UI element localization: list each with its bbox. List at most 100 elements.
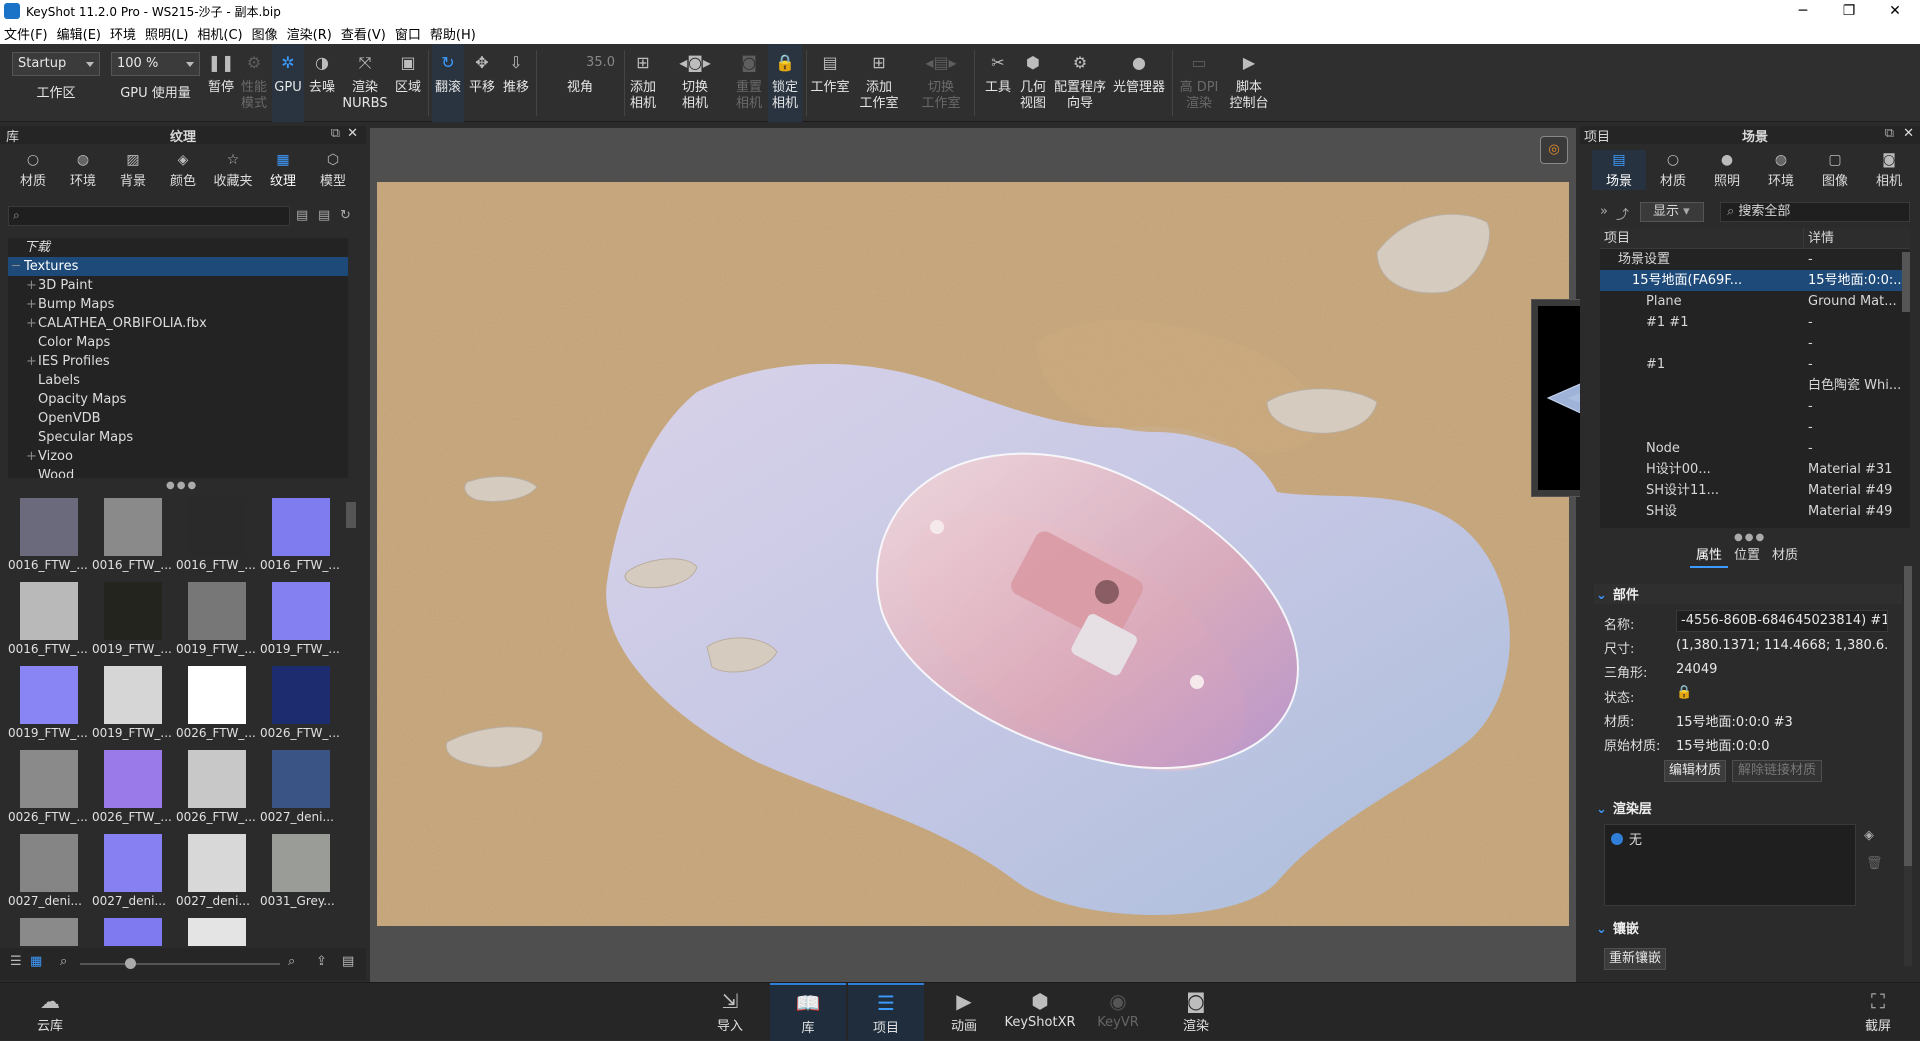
properties-scrollbar[interactable] xyxy=(1904,566,1912,966)
expander-icon[interactable]: + xyxy=(26,276,38,295)
tree-item[interactable]: +3D Paint xyxy=(8,276,348,295)
tree-item[interactable]: Specular Maps xyxy=(8,428,348,447)
expander-icon[interactable]: + xyxy=(26,352,38,371)
expander-icon[interactable]: + xyxy=(26,314,38,333)
tools-button[interactable]: ✂ 工具 xyxy=(982,44,1014,122)
show-filter-dropdown[interactable]: 显示 ▾ xyxy=(1640,202,1704,222)
texture-thumbnail[interactable]: 0026_FTW_... xyxy=(176,662,260,746)
grid-view-icon[interactable]: ▦ xyxy=(30,954,42,969)
subtab-material[interactable]: 材质 xyxy=(1766,544,1804,568)
scene-tree-row[interactable]: Node - xyxy=(1600,438,1910,459)
tab-favorites[interactable]: ☆ 收藏夹 xyxy=(208,150,258,190)
texture-thumbnail[interactable]: 0026_FTW_... xyxy=(92,746,176,830)
folder-icon[interactable]: ▤ xyxy=(342,954,354,969)
tree-item[interactable]: Opacity Maps xyxy=(8,390,348,409)
zoom-select[interactable]: 100 % xyxy=(111,52,200,76)
scene-tree-row[interactable]: #1 #1 - xyxy=(1600,312,1910,333)
tumble-button[interactable]: ↻ 翻滚 xyxy=(432,44,464,122)
part-section-header[interactable]: 部件 xyxy=(1594,584,1902,604)
denoise-button[interactable]: ◑ 去噪 xyxy=(306,44,338,122)
reinlay-button[interactable]: 重新镶嵌 xyxy=(1604,948,1666,970)
folder-add-icon[interactable]: ▤ xyxy=(296,208,308,223)
fov-control[interactable]: 35.0 视角 xyxy=(540,44,620,122)
scene-tree-row[interactable]: SH设 Material #49 xyxy=(1600,501,1910,522)
texture-thumbnail[interactable]: 0026_FTW_... xyxy=(8,746,92,830)
lock-camera-button[interactable]: 🔒 锁定 相机 xyxy=(768,44,802,122)
add-studio-button[interactable]: ⊞ 添加 工作室 xyxy=(856,44,902,122)
cloud-library-button[interactable]: ☁ 云库 xyxy=(28,983,72,1041)
texture-thumbnail[interactable]: 0016_FTW_... xyxy=(8,494,92,578)
texture-thumbnail[interactable]: 0026_FTW_... xyxy=(260,662,344,746)
library-toggle-button[interactable]: 📖 库 xyxy=(770,983,846,1041)
tree-item[interactable]: +Bump Maps xyxy=(8,295,348,314)
render-image[interactable] xyxy=(377,182,1569,926)
scene-tree-row[interactable]: 白色陶瓷 Whi... xyxy=(1600,375,1910,396)
gpu-button[interactable]: ✲ GPU xyxy=(272,44,304,122)
texture-thumbnail[interactable]: 0016_FTW_... xyxy=(176,494,260,578)
studio-button[interactable]: ▤ 工作室 xyxy=(808,44,852,122)
tree-item[interactable]: OpenVDB xyxy=(8,409,348,428)
texture-thumbnail[interactable] xyxy=(176,914,260,946)
keyvr-button[interactable]: ◉ KeyVR xyxy=(1094,983,1142,1041)
column-detail[interactable]: 详情 xyxy=(1804,228,1910,248)
unlink-material-button[interactable]: 解除链接材质 xyxy=(1732,760,1822,782)
performance-mode-button[interactable]: ⚙ 性能 模式 xyxy=(238,44,270,122)
splitter-handle[interactable]: ●●● xyxy=(1734,532,1766,543)
geometry-view-button[interactable]: ⬢ 几何 视图 xyxy=(1016,44,1050,122)
hi-dpi-render-button[interactable]: ▭ 高 DPI 渲染 xyxy=(1176,44,1222,122)
project-toggle-button[interactable]: ☰ 项目 xyxy=(848,983,924,1041)
dolly-button[interactable]: ⇩ 推移 xyxy=(500,44,532,122)
scene-tree-row[interactable]: Plane Ground Mat... xyxy=(1600,291,1910,312)
tab-material[interactable]: ○ 材质 xyxy=(1646,150,1700,190)
scene-tree-row[interactable]: #1 - xyxy=(1600,354,1910,375)
trash-icon[interactable]: 🗑 xyxy=(1866,856,1883,871)
slider-handle[interactable] xyxy=(125,958,136,969)
texture-thumbnail[interactable]: 0027_deni... xyxy=(260,746,344,830)
texture-thumbnail[interactable]: 0019_FTW_... xyxy=(8,662,92,746)
texture-thumbnail[interactable] xyxy=(92,914,176,946)
pause-button[interactable]: ❚❚ 暂停 xyxy=(205,44,237,122)
menu-view[interactable]: 查看(V) xyxy=(341,24,386,43)
close-button[interactable]: ✕ xyxy=(1872,0,1918,22)
cursor-select-icon[interactable]: ⤴ xyxy=(1616,204,1629,223)
switch-studio-button[interactable]: ◂▤▸ 切换 工作室 xyxy=(914,44,968,122)
tab-environment[interactable]: ◍ 环境 xyxy=(1754,150,1808,190)
texture-thumbnail[interactable]: 0019_FTW_... xyxy=(92,578,176,662)
tab-camera[interactable]: ◙ 相机 xyxy=(1862,150,1916,190)
menu-environment[interactable]: 环境 xyxy=(110,24,136,43)
tree-scrollbar[interactable] xyxy=(1902,252,1910,312)
menu-image[interactable]: 图像 xyxy=(252,24,278,43)
minimize-button[interactable]: ─ xyxy=(1780,0,1826,22)
scene-tree-row[interactable]: H设计00... Material #31 xyxy=(1600,459,1910,480)
animation-button[interactable]: ▶ 动画 xyxy=(940,983,988,1041)
menu-help[interactable]: 帮助(H) xyxy=(430,24,476,43)
tree-item[interactable]: ─ Textures xyxy=(8,257,348,276)
texture-thumbnail[interactable]: 0027_deni... xyxy=(92,830,176,914)
add-camera-button[interactable]: ⊞ 添加 相机 xyxy=(626,44,660,122)
tab-scene[interactable]: ▤ 场景 xyxy=(1592,150,1646,190)
render-layer-section-header[interactable]: 渲染层 xyxy=(1594,798,1902,818)
texture-thumbnail[interactable] xyxy=(8,914,92,946)
lock-icon[interactable]: 🔒 xyxy=(1676,685,1692,700)
workspace-select[interactable]: Startup xyxy=(12,52,100,76)
keyshotxr-button[interactable]: ⬢ KeyShotXR xyxy=(1002,983,1078,1041)
tree-item[interactable]: +CALATHEA_ORBIFOLIA.fbx xyxy=(8,314,348,333)
tab-image[interactable]: ▢ 图像 xyxy=(1808,150,1862,190)
reset-camera-button[interactable]: ◙ 重置 相机 xyxy=(732,44,766,122)
menu-render[interactable]: 渲染(R) xyxy=(287,24,332,43)
scene-tree-row[interactable]: SH设计11... Material #49 xyxy=(1600,480,1910,501)
region-button[interactable]: ▣ 区域 xyxy=(392,44,424,122)
scene-tree-row[interactable]: 场景设置 - xyxy=(1600,249,1910,270)
scene-tree-row[interactable]: 15号地面(FA69F... 15号地面:0:0:... xyxy=(1600,270,1910,291)
config-wizard-button[interactable]: ⚙ 配置程序 向导 xyxy=(1052,44,1108,122)
import-button[interactable]: ⇲ 导入 xyxy=(706,983,754,1041)
maximize-button[interactable]: ❐ xyxy=(1826,0,1872,22)
close-icon[interactable]: ✕ xyxy=(1903,126,1914,141)
texture-thumbnail[interactable]: 0016_FTW_... xyxy=(92,494,176,578)
tab-environments[interactable]: ◍ 环境 xyxy=(58,150,108,190)
tab-lighting[interactable]: ● 照明 xyxy=(1700,150,1754,190)
collapse-icon[interactable]: » xyxy=(1600,204,1608,219)
scene-tree-row[interactable]: - xyxy=(1600,417,1910,438)
subtab-properties[interactable]: 属性 xyxy=(1690,544,1729,568)
texture-thumbnail[interactable]: 0027_deni... xyxy=(176,830,260,914)
